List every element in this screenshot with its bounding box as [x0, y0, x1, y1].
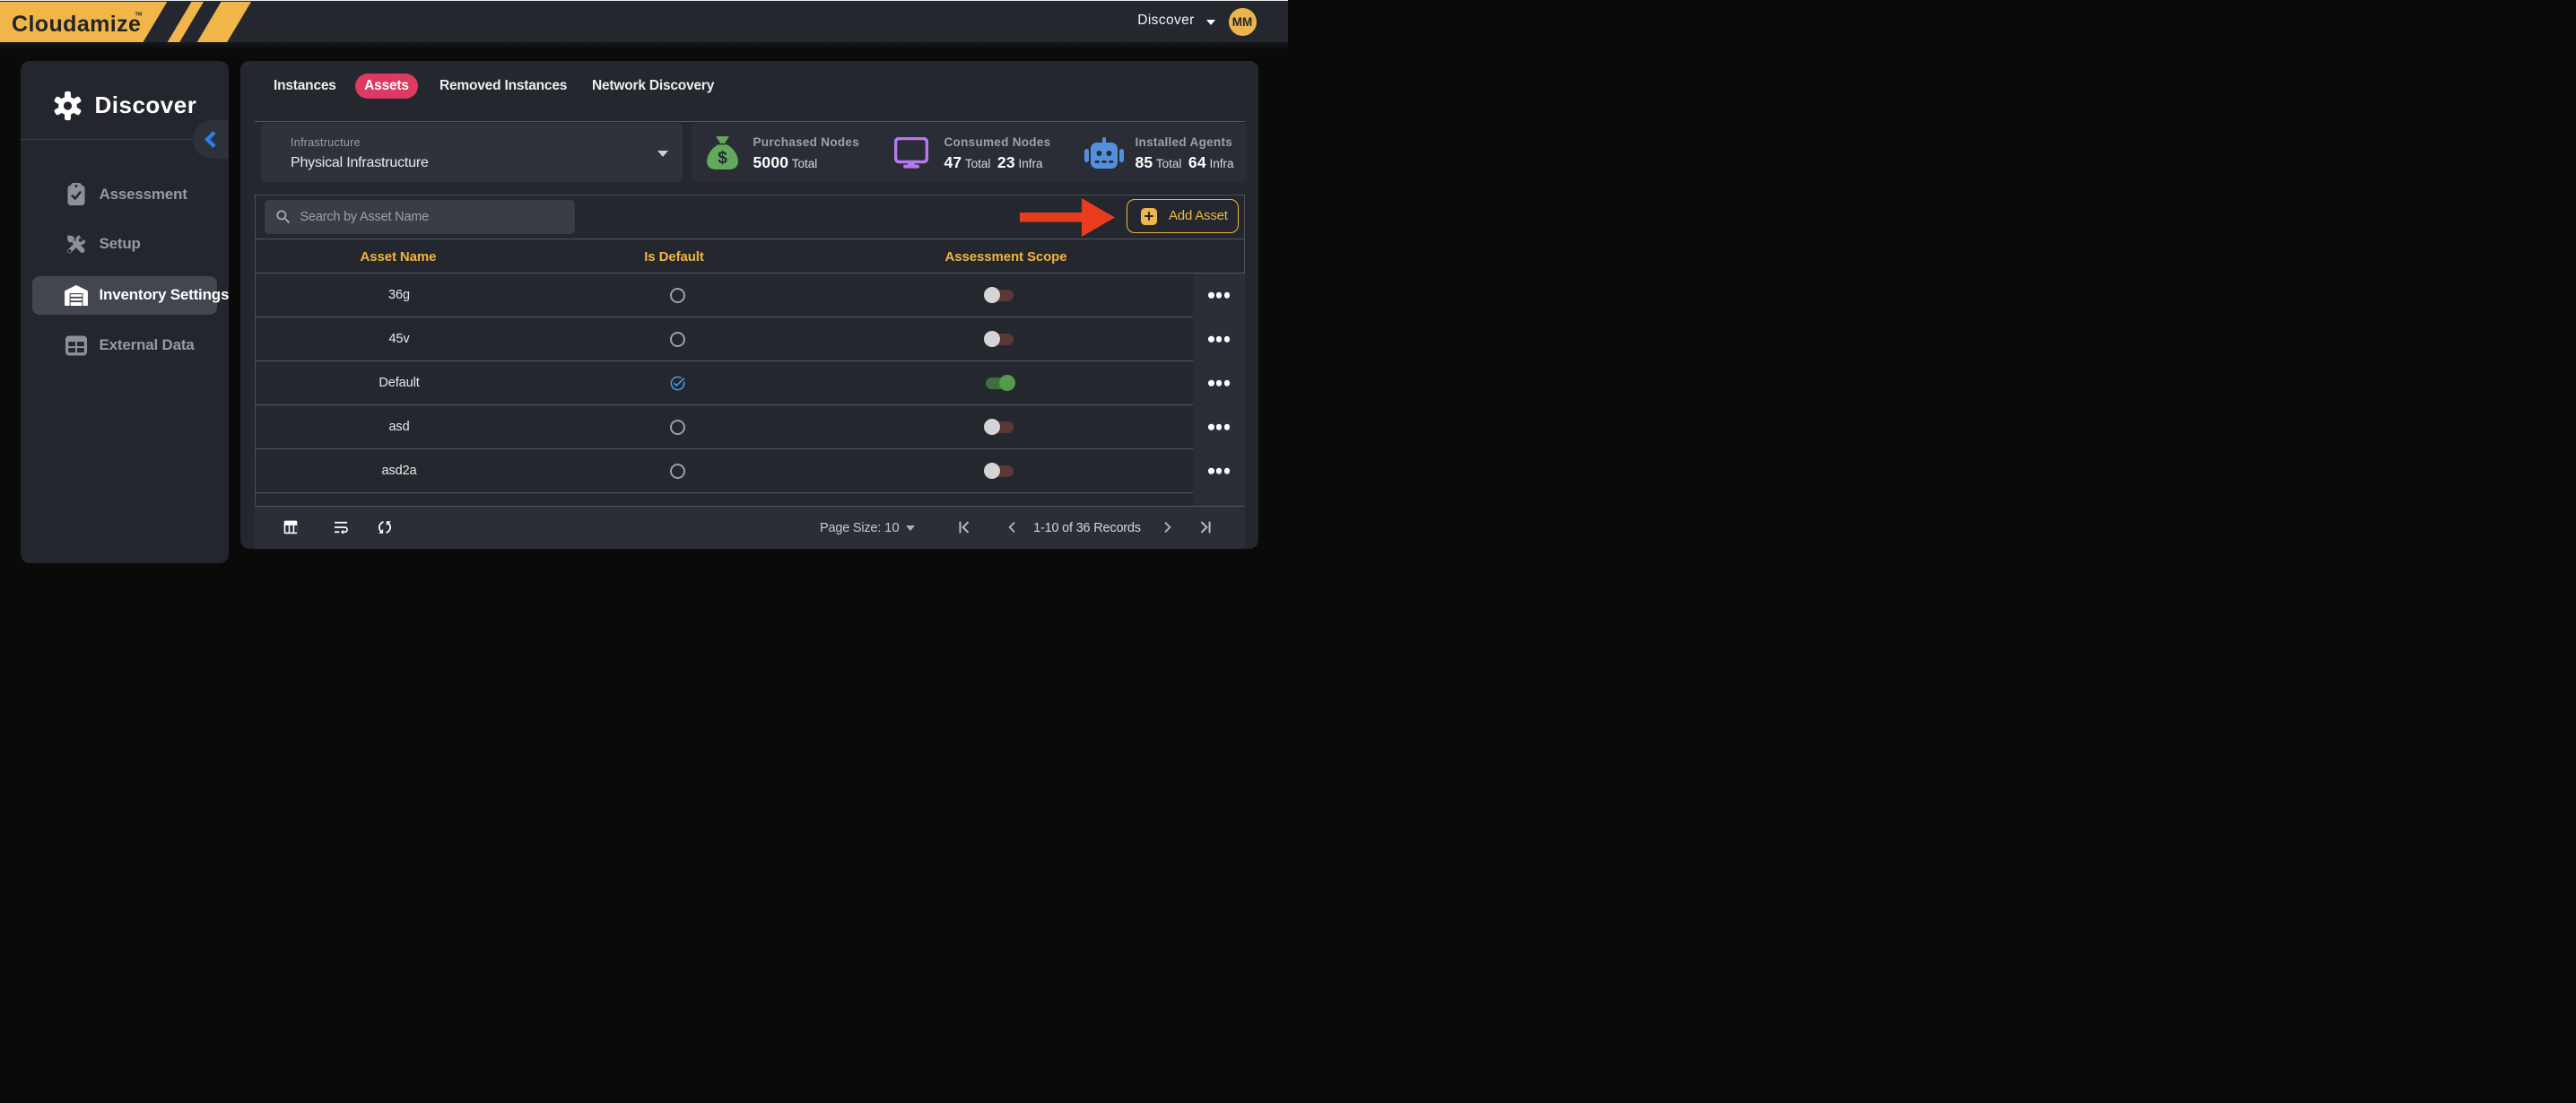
- svg-text:Cloudamize: Cloudamize: [12, 12, 141, 37]
- svg-text:$: $: [718, 148, 727, 167]
- svg-text:TM: TM: [135, 12, 143, 17]
